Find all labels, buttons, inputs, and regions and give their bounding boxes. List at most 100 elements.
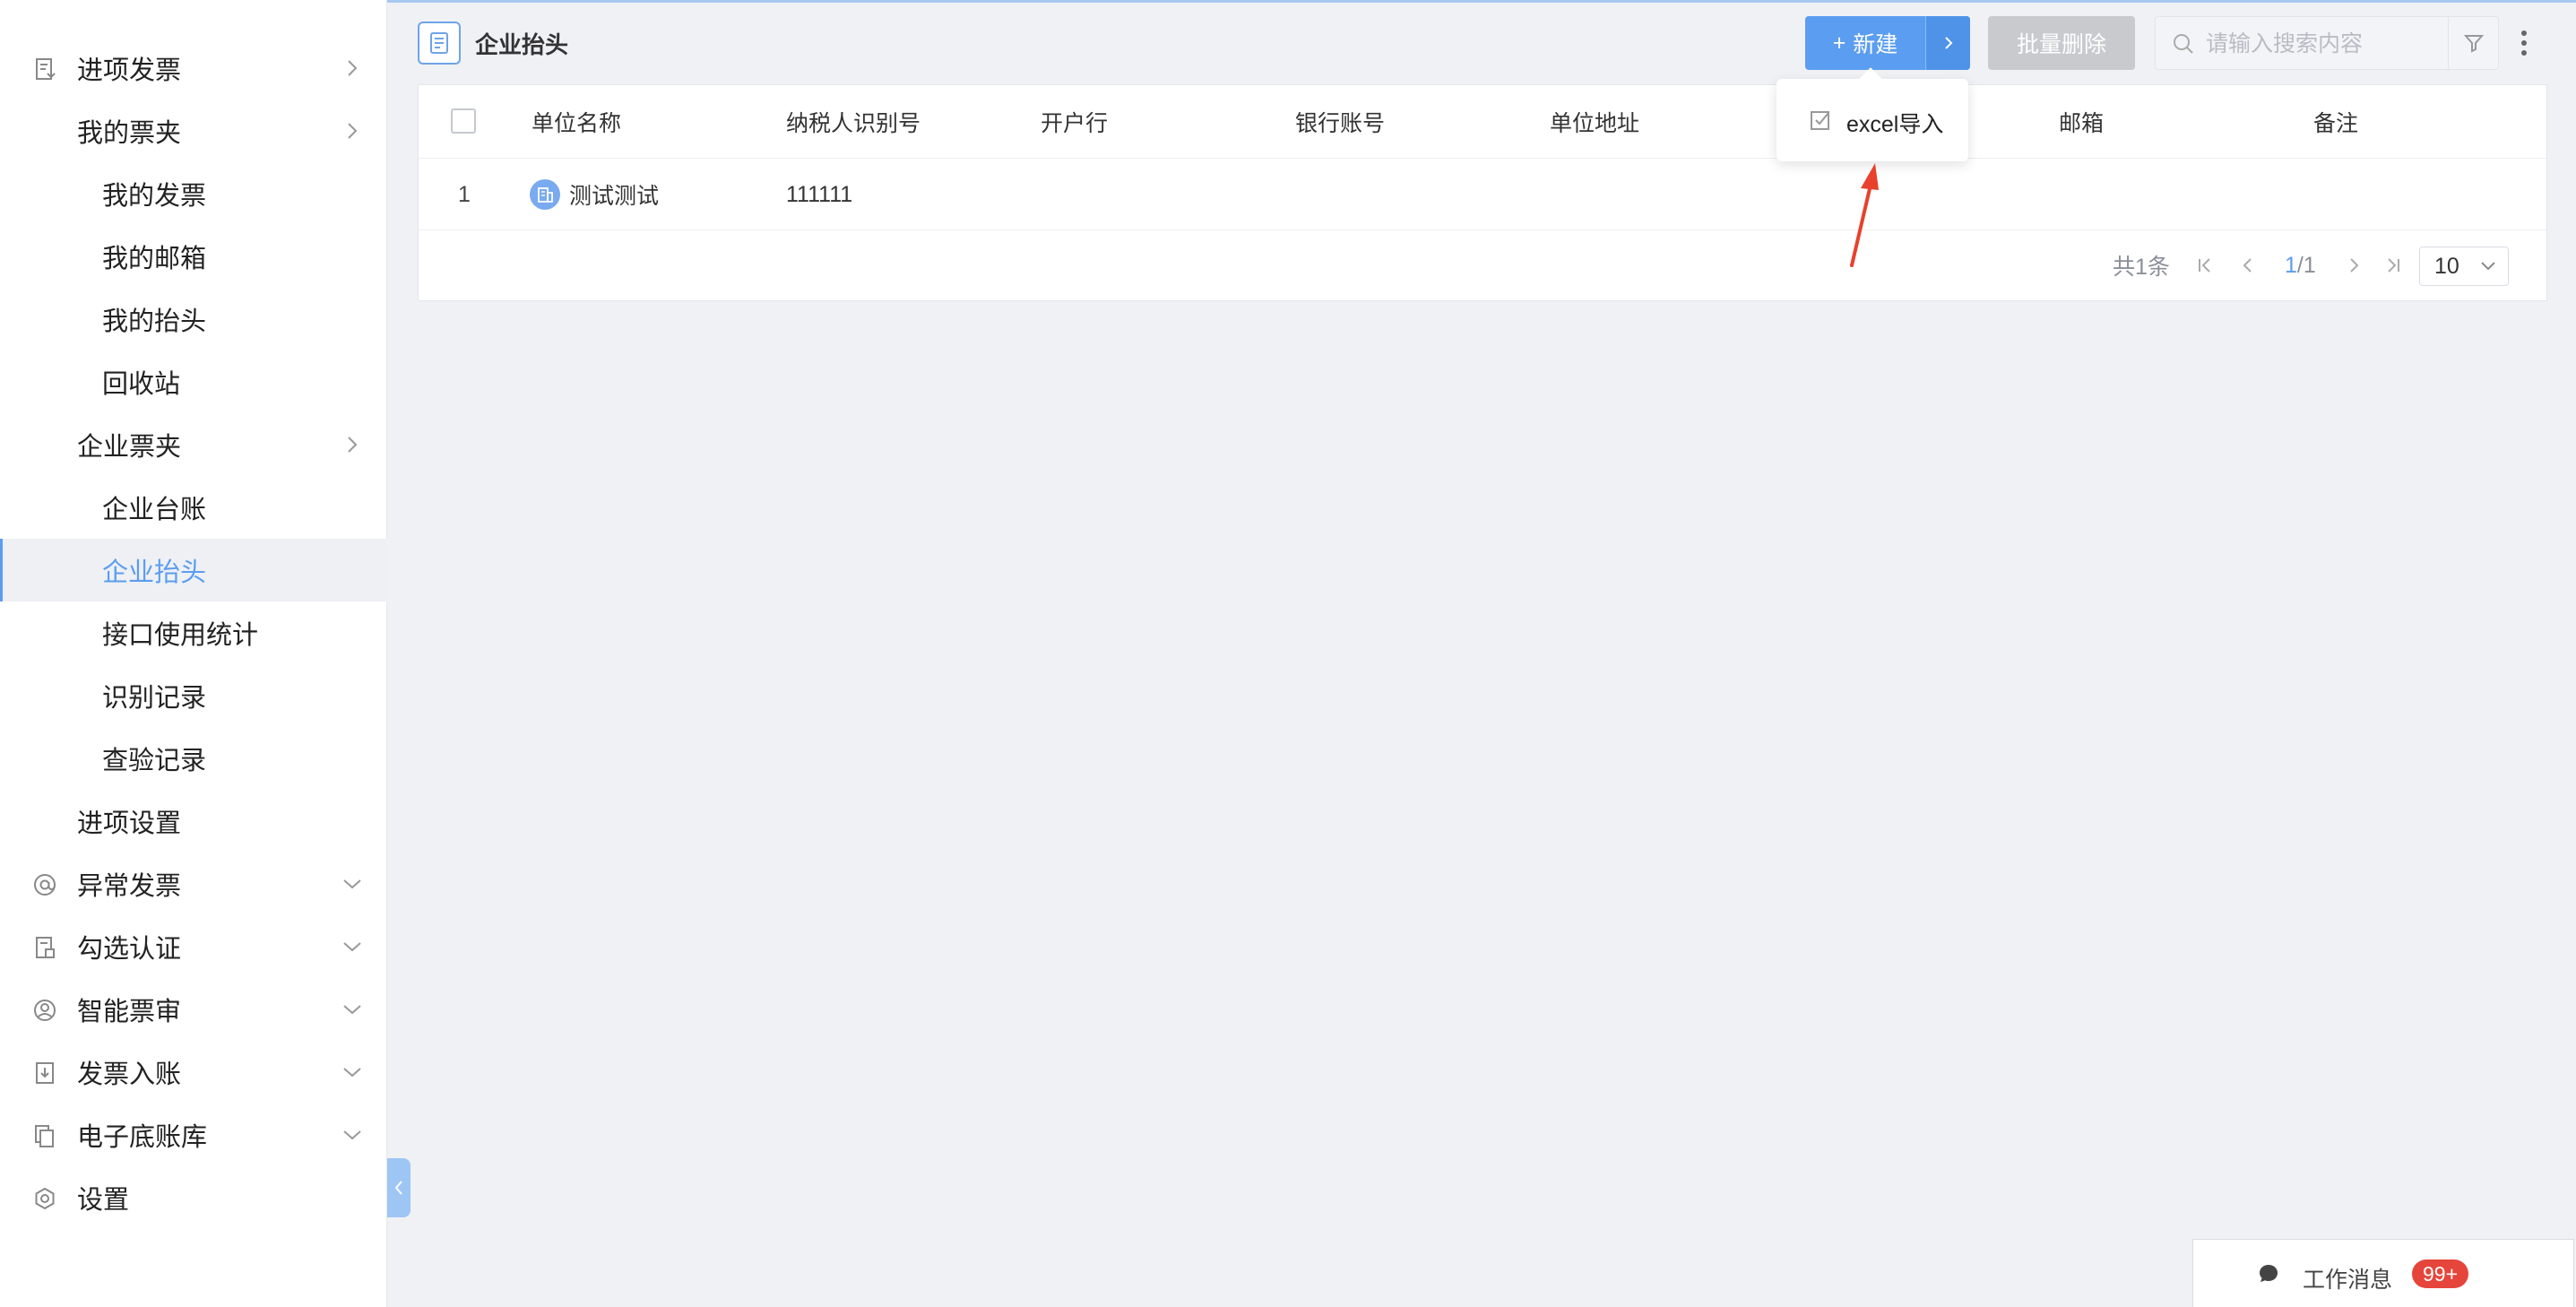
company-name-cell[interactable]: 测试测试 [530,159,659,230]
table-row[interactable]: 1 测试测试 111111 [419,159,2546,230]
sidebar-item-enterprise-ledger[interactable]: 企业台账 [0,476,387,539]
company-name: 测试测试 [569,184,660,209]
settings-icon [35,1187,55,1210]
excel-import-menu-item[interactable]: excel导入 [1846,107,1943,139]
sidebar-item-check-certification[interactable]: 勾选认证 [0,915,387,978]
sidebar-item-settings[interactable]: 设置 [0,1166,387,1229]
row-index: 1 [458,181,471,207]
sidebar-item-e-ledger[interactable]: 电子底账库 [0,1104,387,1166]
sidebar-item-label: 进项设置 [77,809,182,838]
work-message-panel[interactable]: 工作消息 99+ [2192,1239,2574,1307]
column-header[interactable]: 纳税人识别号 [786,85,921,159]
batch-delete-button[interactable]: 批量删除 [1988,16,2135,70]
work-message-label: 工作消息 [2303,1268,2393,1293]
sidebar-item-invoice-posting[interactable]: 发票入账 [0,1041,387,1104]
sidebar-item-verification-records[interactable]: 查验记录 [0,727,387,790]
sidebar-item-smart-review[interactable]: 智能票审 [0,978,387,1041]
table-header: 单位名称 纳税人识别号 开户行 银行账号 单位地址 电话 邮箱 备注 [419,85,2546,159]
column-header[interactable]: 单位名称 [532,85,621,159]
new-button-group: + 新建 [1805,16,1970,70]
page-title: 企业抬头 [475,31,569,58]
page-header: 企业抬头 + 新建 批量删除 [389,0,2576,84]
sidebar-item-label: 异常发票 [77,872,182,901]
sidebar-item-incoming-invoices[interactable]: 进项发票 [0,37,387,100]
annotation-arrow [1850,163,1879,267]
new-dropdown-menu: excel导入 [1776,79,1968,161]
select-all-checkbox[interactable] [451,108,476,134]
sidebar-item-api-usage[interactable]: 接口使用统计 [0,602,387,664]
search-box [2155,16,2499,70]
sidebar-item-recycle-bin[interactable]: 回收站 [0,351,387,413]
checkbox-edit-icon [1811,111,1829,130]
filter-button[interactable] [2448,17,2498,69]
new-dropdown-toggle[interactable] [1925,16,1970,70]
copy-doc-icon [35,1125,54,1147]
sidebar-item-label: 我的抬头 [102,307,207,336]
last-page-button[interactable] [2385,230,2401,300]
sidebar-collapse-button[interactable] [387,1158,411,1217]
sidebar-item-my-invoices[interactable]: 我的发票 [0,162,387,225]
total-count: 共1条 [2113,255,2170,280]
sidebar-item-label: 发票入账 [77,1060,182,1089]
sidebar-item-my-folder[interactable]: 我的票夹 [0,100,387,162]
sidebar-item-abnormal-invoices[interactable]: 异常发票 [0,853,387,915]
sidebar-item-label: 企业台账 [102,496,207,524]
sidebar-item-label: 勾选认证 [77,935,182,964]
table-panel: 单位名称 纳税人识别号 开户行 银行账号 单位地址 电话 邮箱 备注 1 测试测… [418,84,2547,301]
sidebar-item-label: 我的票夹 [77,119,182,148]
total-pages: /1 [2296,252,2316,278]
first-page-icon [2199,258,2210,273]
chevron-down-icon [343,942,361,952]
download-doc-icon [36,1062,54,1084]
column-header[interactable]: 邮箱 [2059,85,2104,159]
sidebar-item-my-headers[interactable]: 我的抬头 [0,288,387,351]
sidebar-item-label: 我的邮箱 [102,245,207,273]
column-header[interactable]: 银行账号 [1295,85,1385,159]
sidebar-item-label: 进项发票 [77,56,182,85]
new-button-label: 新建 [1853,32,1898,57]
first-page-button[interactable] [2197,230,2213,300]
column-header[interactable]: 单位地址 [1550,85,1639,159]
sidebar-item-incoming-settings[interactable]: 进项设置 [0,790,387,853]
chevron-down-icon [343,1005,361,1015]
sidebar-item-my-mailbox[interactable]: 我的邮箱 [0,225,387,288]
sidebar-item-label: 识别记录 [102,684,207,713]
sidebar: 进项发票 我的票夹 我的发票 我的邮箱 我的抬头 回收站 企业票夹 企业台账 企… [0,0,387,1307]
next-page-button[interactable] [2347,230,2362,300]
more-options-button[interactable] [2513,22,2535,65]
sidebar-item-label: 智能票审 [77,998,182,1026]
sidebar-item-label: 我的发票 [102,182,207,211]
at-icon [34,874,56,896]
page-size-select[interactable]: 10 [2419,247,2509,286]
new-button[interactable]: + 新建 [1805,27,1925,59]
sidebar-item-label: 企业抬头 [102,558,207,587]
more-vertical-icon [2521,30,2527,56]
document-icon [418,22,461,65]
filter-icon [2463,35,2484,53]
prev-page-button[interactable] [2240,230,2254,300]
chevron-down-icon [2481,262,2495,271]
building-icon [530,179,560,210]
sidebar-item-label: 设置 [77,1186,130,1215]
column-header[interactable]: 备注 [2313,85,2358,159]
user-circle-icon [34,1000,56,1021]
chevron-down-icon [343,1130,361,1140]
sidebar-item-enterprise-folder[interactable]: 企业票夹 [0,413,387,476]
last-page-icon [2388,258,2399,273]
chevron-right-icon [2350,258,2359,273]
chevron-right-icon [348,123,358,139]
sidebar-item-label: 电子底账库 [77,1123,208,1152]
page-indicator: 1/1 [2285,230,2316,300]
chevron-right-icon [348,437,358,453]
chevron-right-icon [1944,37,1952,49]
tax-id-cell: 111111 [786,181,853,207]
chevron-down-icon [343,1068,361,1078]
current-page: 1 [2285,252,2297,278]
invoice-icon [36,58,56,80]
chevron-right-icon [348,60,358,76]
pagination: 共1条 1/1 10 [419,230,2546,300]
sidebar-item-recognition-records[interactable]: 识别记录 [0,664,387,727]
sidebar-item-enterprise-headers[interactable]: 企业抬头 [0,539,387,602]
search-input[interactable] [2206,26,2439,62]
column-header[interactable]: 开户行 [1041,85,1108,159]
